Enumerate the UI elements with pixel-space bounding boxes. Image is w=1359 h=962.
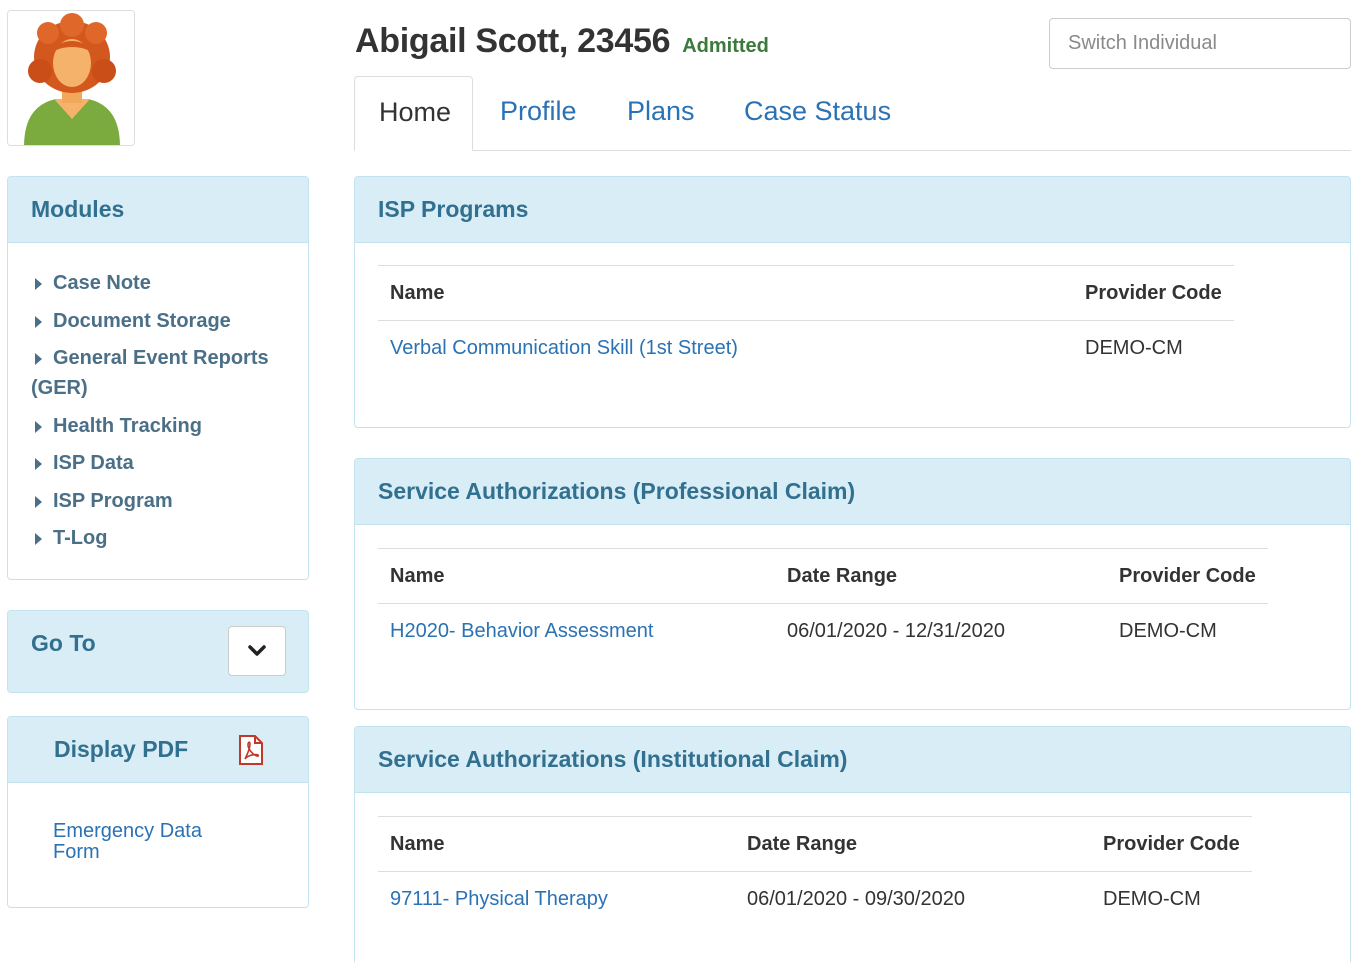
isp-programs-table: Name Provider Code Verbal Communication … (378, 265, 1234, 376)
caret-right-icon (35, 278, 42, 290)
goto-panel: Go To (7, 610, 309, 693)
display-pdf-title: Display PDF (54, 736, 189, 762)
column-header-name: Name (378, 548, 775, 604)
modules-title: Modules (8, 177, 308, 243)
individual-avatar (7, 10, 135, 146)
module-isp-data[interactable]: ISP Data (31, 448, 285, 478)
program-name-link[interactable]: Verbal Communication Skill (1st Street) (378, 321, 1073, 376)
sa-institutional-title: Service Authorizations (Institutional Cl… (355, 727, 1350, 793)
caret-right-icon (35, 353, 42, 365)
module-general-event-reports[interactable]: General Event Reports (GER) (31, 343, 285, 403)
module-isp-program[interactable]: ISP Program (31, 486, 285, 516)
tab-bar: Home Profile Plans Case Status (354, 76, 1351, 151)
column-header-provider-code: Provider Code (1091, 816, 1252, 872)
date-range-cell: 06/01/2020 - 09/30/2020 (747, 887, 965, 910)
provider-code-cell: DEMO-CM (1103, 887, 1201, 910)
table-header-row: Name Date Range Provider Code (378, 548, 1268, 604)
column-header-date-range: Date Range (735, 816, 1091, 872)
module-case-note[interactable]: Case Note (31, 268, 285, 298)
column-header-provider-code: Provider Code (1107, 548, 1268, 604)
sa-institutional-table: Name Date Range Provider Code 97111- Phy… (378, 816, 1252, 927)
table-header-row: Name Date Range Provider Code (378, 816, 1252, 872)
caret-right-icon (35, 495, 42, 508)
switch-individual-input[interactable] (1049, 18, 1351, 69)
pdf-file-icon[interactable] (238, 734, 264, 765)
sa-professional-title: Service Authorizations (Professional Cla… (355, 459, 1350, 525)
isp-programs-panel: ISP Programs Name Provider Code Verbal C… (354, 176, 1351, 428)
status-badge: Admitted (682, 35, 769, 57)
tab-profile[interactable]: Profile (475, 76, 602, 151)
modules-list: Case Note Document Storage General Event… (8, 243, 308, 553)
modules-panel: Modules Case Note Document Storage Gener… (7, 176, 309, 580)
avatar-image (8, 11, 134, 145)
caret-right-icon (35, 533, 42, 545)
caret-right-icon (35, 420, 42, 433)
column-header-name: Name (378, 265, 1073, 321)
table-row: 97111- Physical Therapy 06/01/2020 - 09/… (378, 872, 1252, 927)
patient-header: Abigail Scott, 23456 Admitted (355, 22, 769, 61)
isp-programs-title: ISP Programs (355, 177, 1350, 243)
date-range-cell: 06/01/2020 - 12/31/2020 (787, 619, 1005, 642)
patient-name: Abigail Scott, 23456 (355, 22, 671, 60)
authorization-name-link[interactable]: H2020- Behavior Assessment (378, 604, 775, 659)
provider-code-cell: DEMO-CM (1119, 619, 1217, 642)
sa-institutional-panel: Service Authorizations (Institutional Cl… (354, 726, 1351, 962)
sa-professional-table: Name Date Range Provider Code H2020- Beh… (378, 548, 1268, 659)
module-health-tracking[interactable]: Health Tracking (31, 411, 285, 441)
module-document-storage[interactable]: Document Storage (31, 306, 285, 336)
emergency-data-form-link[interactable]: Emergency Data Form (8, 783, 218, 863)
authorization-name-link[interactable]: 97111- Physical Therapy (378, 872, 735, 927)
caret-right-icon (35, 315, 42, 328)
tab-case-status[interactable]: Case Status (719, 76, 916, 151)
column-header-provider-code: Provider Code (1073, 265, 1234, 321)
table-header-row: Name Provider Code (378, 265, 1234, 321)
table-row: H2020- Behavior Assessment 06/01/2020 - … (378, 604, 1268, 659)
sa-professional-panel: Service Authorizations (Professional Cla… (354, 458, 1351, 710)
provider-code-cell: DEMO-CM (1085, 336, 1183, 359)
tab-plans[interactable]: Plans (602, 76, 720, 151)
display-pdf-panel: Display PDF Emergency Data Form (7, 716, 309, 908)
tab-home[interactable]: Home (354, 76, 473, 151)
column-header-name: Name (378, 816, 735, 872)
goto-dropdown-button[interactable] (228, 626, 286, 676)
table-row: Verbal Communication Skill (1st Street) … (378, 321, 1234, 376)
chevron-down-icon (248, 645, 266, 656)
caret-right-icon (35, 458, 42, 470)
column-header-date-range: Date Range (775, 548, 1107, 604)
module-t-log[interactable]: T-Log (31, 523, 285, 553)
display-pdf-heading: Display PDF (8, 717, 308, 783)
